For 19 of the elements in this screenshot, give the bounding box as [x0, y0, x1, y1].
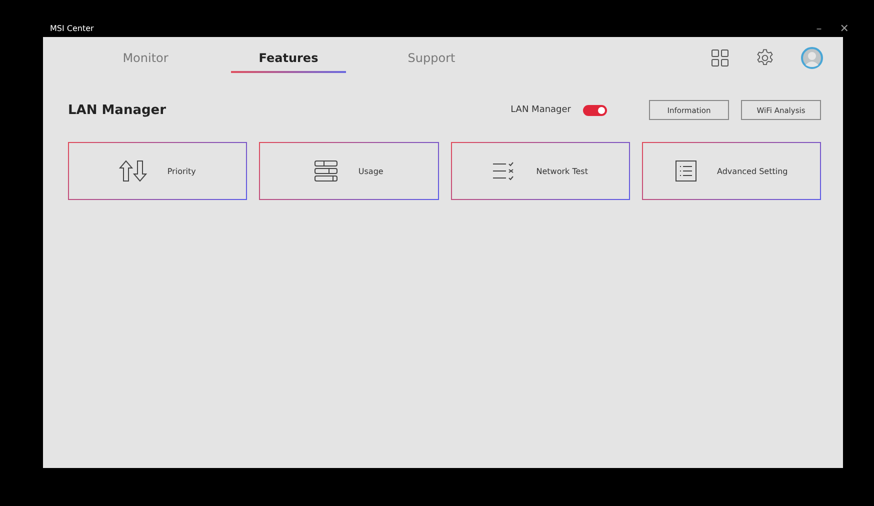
window-title: MSI Center [50, 24, 94, 33]
grid-icon[interactable] [711, 49, 729, 67]
checklist-icon [492, 161, 516, 181]
feature-card[interactable]: Advanced Setting [642, 142, 821, 200]
nav-tab[interactable]: Monitor [88, 43, 203, 73]
settings-icon[interactable] [755, 48, 775, 68]
up-down-arrows-icon [119, 160, 148, 182]
toggle-label: LAN Manager [510, 105, 571, 115]
feature-card[interactable]: Network Test [450, 142, 630, 200]
close-button[interactable]: ✕ [834, 22, 855, 36]
list-icon [675, 160, 698, 182]
page-title: LAN Manager [68, 102, 166, 118]
nav-tab[interactable]: Features [231, 43, 346, 73]
feature-card[interactable]: Priority [68, 142, 248, 200]
minimize-button[interactable]: – [810, 22, 828, 36]
stacked-bars-icon [314, 160, 338, 182]
feature-card[interactable]: Usage [259, 142, 438, 200]
toggle-switch[interactable] [583, 104, 607, 116]
nav-tab[interactable]: Support [374, 43, 489, 73]
